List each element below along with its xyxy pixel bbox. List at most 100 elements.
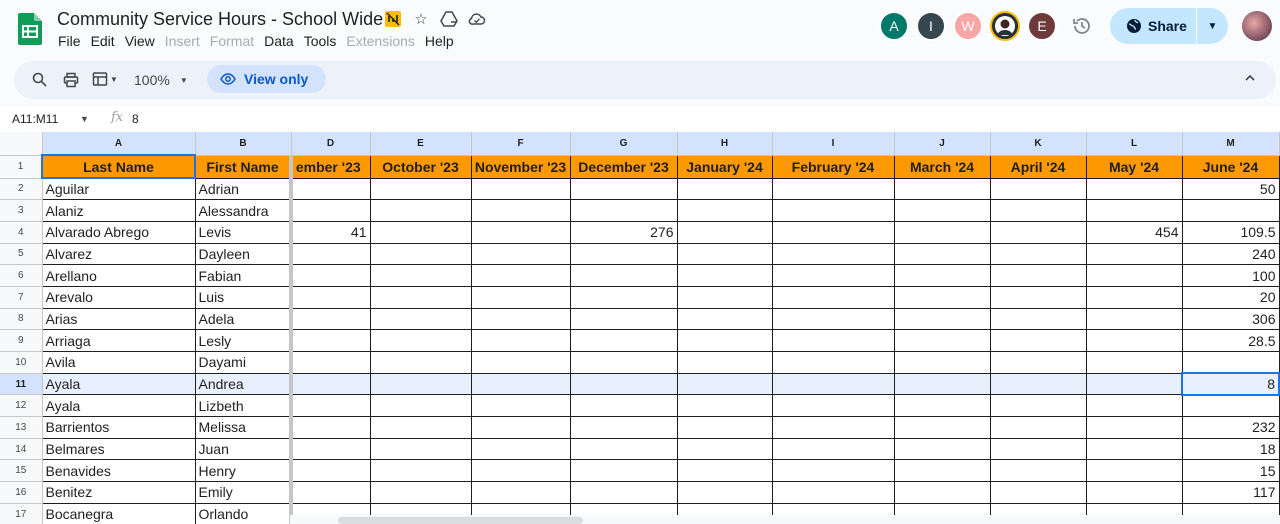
cell-m[interactable]: 117 <box>1182 481 1280 504</box>
cell-e[interactable] <box>370 394 472 418</box>
cell-d[interactable] <box>291 373 371 396</box>
move-to-drive-icon[interactable] <box>440 10 458 28</box>
menu-help[interactable]: Help <box>425 33 464 49</box>
cell-e[interactable] <box>370 308 472 331</box>
cloud-status-icon[interactable] <box>468 10 486 28</box>
cell-f[interactable] <box>471 394 571 418</box>
header-cell[interactable]: First Name <box>195 155 293 179</box>
cell-first-name[interactable]: Dayleen <box>195 243 293 266</box>
cell-first-name[interactable]: Adela <box>195 308 293 331</box>
collapse-menus-icon[interactable] <box>1244 71 1256 87</box>
cell-e[interactable] <box>370 264 472 287</box>
cell-d[interactable] <box>291 416 371 439</box>
chevron-down-icon[interactable]: ▼ <box>80 114 89 124</box>
cell-first-name[interactable]: Orlando <box>195 503 293 524</box>
row-header[interactable]: 2 <box>0 178 43 201</box>
cell-f[interactable] <box>471 416 571 439</box>
cell-d[interactable] <box>291 394 371 418</box>
row-header[interactable]: 9 <box>0 329 43 352</box>
cell-last-name[interactable]: Alaniz <box>42 199 196 222</box>
cell-d[interactable] <box>291 459 371 483</box>
cell-f[interactable] <box>471 329 571 352</box>
cell-m[interactable]: 109.5 <box>1182 221 1280 244</box>
scrollbar-thumb[interactable] <box>338 517 583 524</box>
collaborator-avatar[interactable]: W <box>953 11 983 41</box>
cell-l[interactable] <box>1086 264 1183 287</box>
column-header-a[interactable]: A <box>42 132 196 156</box>
cell-l[interactable] <box>1086 308 1183 331</box>
cell-f[interactable] <box>471 264 571 287</box>
cell-first-name[interactable]: Henry <box>195 459 293 483</box>
cell-first-name[interactable]: Fabian <box>195 264 293 287</box>
cell-h[interactable] <box>677 243 773 266</box>
cell-g[interactable]: 276 <box>570 221 678 244</box>
cell-k[interactable] <box>990 199 1087 222</box>
collaborator-avatar[interactable]: E <box>1027 11 1057 41</box>
cell-g[interactable] <box>570 264 678 287</box>
cell-d[interactable] <box>291 481 371 504</box>
cell-k[interactable] <box>990 243 1087 266</box>
cell-e[interactable] <box>370 351 472 374</box>
row-header[interactable]: 13 <box>0 416 43 439</box>
cell-last-name[interactable]: Alvarado Abrego <box>42 221 196 244</box>
column-header-b[interactable]: B <box>195 132 292 156</box>
cell-k[interactable] <box>990 459 1087 483</box>
row-header[interactable]: 8 <box>0 308 43 331</box>
cell-h[interactable] <box>677 373 773 396</box>
view-only-button[interactable]: View only <box>207 65 326 93</box>
horizontal-scrollbar[interactable] <box>290 515 1280 524</box>
cell-l[interactable] <box>1086 438 1183 461</box>
cell-k[interactable] <box>990 373 1087 396</box>
cell-d[interactable] <box>291 308 371 331</box>
row-header[interactable]: 17 <box>0 503 43 524</box>
cell-m[interactable]: 100 <box>1182 264 1280 287</box>
cell-l[interactable] <box>1086 199 1183 222</box>
cell-j[interactable] <box>894 286 991 309</box>
cell-l[interactable] <box>1086 373 1183 396</box>
cell-g[interactable] <box>570 329 678 352</box>
cell-j[interactable] <box>894 243 991 266</box>
cell-m[interactable] <box>1182 199 1280 222</box>
document-title[interactable]: Community Service Hours - School Wide <box>57 9 383 30</box>
cell-j[interactable] <box>894 394 991 418</box>
cell-l[interactable] <box>1086 286 1183 309</box>
menu-format[interactable]: Format <box>210 33 264 49</box>
row-header[interactable]: 3 <box>0 199 43 222</box>
cell-first-name[interactable]: Emily <box>195 481 293 504</box>
cell-last-name[interactable]: Ayala <box>42 394 196 418</box>
menu-extensions[interactable]: Extensions <box>346 33 424 49</box>
cell-h[interactable] <box>677 459 773 483</box>
menu-file[interactable]: File <box>58 33 91 49</box>
row-header[interactable]: 5 <box>0 243 43 266</box>
cell-i[interactable] <box>772 373 895 396</box>
cell-f[interactable] <box>471 221 571 244</box>
cell-k[interactable] <box>990 221 1087 244</box>
cell-m[interactable]: 15 <box>1182 459 1280 483</box>
cell-f[interactable] <box>471 438 571 461</box>
column-header-l[interactable]: L <box>1086 132 1183 156</box>
column-header-h[interactable]: H <box>677 132 773 156</box>
cell-k[interactable] <box>990 178 1087 201</box>
cell-j[interactable] <box>894 221 991 244</box>
cell-i[interactable] <box>772 286 895 309</box>
cell-e[interactable] <box>370 221 472 244</box>
cell-first-name[interactable]: Luis <box>195 286 293 309</box>
cell-l[interactable] <box>1086 416 1183 439</box>
cell-d[interactable] <box>291 243 371 266</box>
cell-h[interactable] <box>677 221 773 244</box>
cell-e[interactable] <box>370 243 472 266</box>
row-header[interactable]: 4 <box>0 221 43 244</box>
cell-g[interactable] <box>570 243 678 266</box>
cell-h[interactable] <box>677 438 773 461</box>
cell-f[interactable] <box>471 243 571 266</box>
cell-i[interactable] <box>772 438 895 461</box>
column-header-f[interactable]: F <box>471 132 571 156</box>
cell-m[interactable]: 20 <box>1182 286 1280 309</box>
row-header[interactable]: 11 <box>0 373 43 396</box>
cell-j[interactable] <box>894 373 991 396</box>
column-header-j[interactable]: J <box>894 132 991 156</box>
cell-k[interactable] <box>990 481 1087 504</box>
cell-f[interactable] <box>471 459 571 483</box>
cell-e[interactable] <box>370 199 472 222</box>
cell-i[interactable] <box>772 178 895 201</box>
